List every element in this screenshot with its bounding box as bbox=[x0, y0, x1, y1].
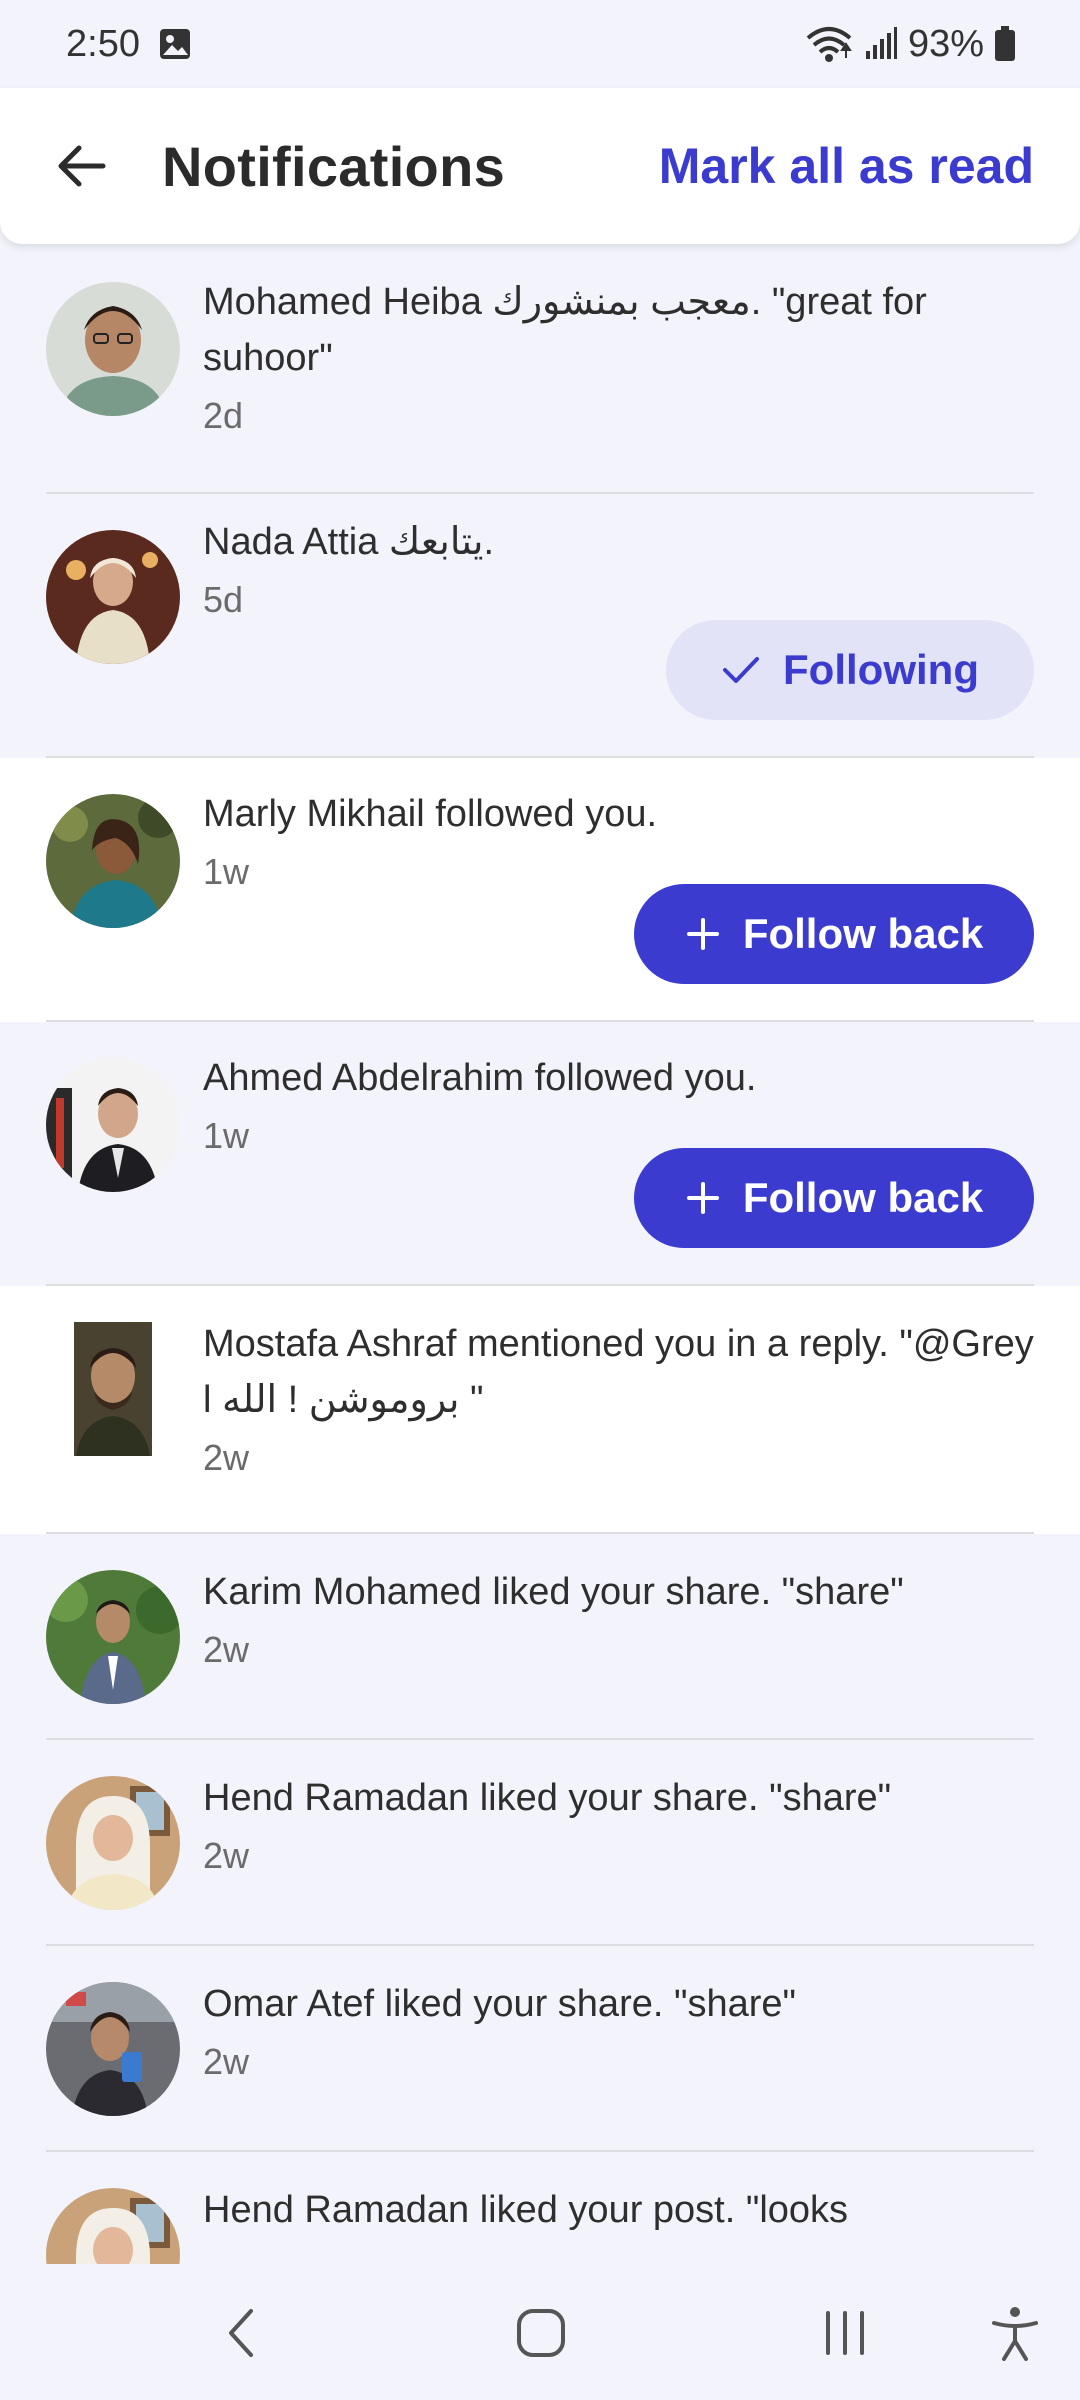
plus-icon bbox=[686, 918, 719, 950]
notification-item[interactable]: Mohamed Heiba معجب بمنشورك. "great for s… bbox=[0, 244, 1080, 494]
following-button[interactable]: Following bbox=[666, 620, 1034, 720]
notification-item[interactable]: Marly Mikhail followed you. 1w Follow ba… bbox=[0, 758, 1080, 1022]
notification-item[interactable]: Mostafa Ashraf mentioned you in a reply.… bbox=[0, 1286, 1080, 1534]
back-button[interactable] bbox=[54, 138, 110, 194]
avatar[interactable] bbox=[46, 794, 180, 928]
battery-percent: 93% bbox=[907, 22, 984, 65]
app-header: Notifications Mark all as read bbox=[0, 88, 1080, 244]
avatar[interactable] bbox=[46, 282, 180, 416]
notification-list[interactable]: Mohamed Heiba معجب بمنشورك. "great for s… bbox=[0, 244, 1080, 2264]
nav-back-button[interactable] bbox=[206, 2298, 276, 2368]
system-nav-bar bbox=[0, 2264, 1080, 2400]
notification-message: Ahmed Abdelrahim followed you. bbox=[203, 1057, 757, 1099]
notification-item[interactable]: Nada Attia يتابعك. 5d Following bbox=[0, 494, 1080, 758]
button-label: Following bbox=[783, 646, 979, 693]
plus-icon bbox=[686, 1182, 719, 1214]
button-label: Follow back bbox=[742, 1174, 984, 1221]
battery-icon bbox=[994, 26, 1016, 62]
nav-accessibility-button[interactable] bbox=[980, 2298, 1050, 2368]
avatar[interactable] bbox=[46, 1322, 180, 1456]
home-icon bbox=[517, 2309, 565, 2357]
notification-item[interactable]: Ahmed Abdelrahim followed you. 1w Follow… bbox=[0, 1022, 1080, 1286]
wifi-icon bbox=[804, 24, 854, 64]
status-time: 2:50 bbox=[66, 22, 140, 65]
notification-message: Mohamed Heiba معجب بمنشورك. "great for s… bbox=[203, 281, 927, 379]
page-title: Notifications bbox=[162, 134, 506, 198]
notification-time: 2w bbox=[203, 1835, 250, 1876]
arrow-left-icon bbox=[58, 145, 106, 187]
notification-time: 2w bbox=[203, 1629, 250, 1670]
follow-back-button[interactable]: Follow back bbox=[634, 884, 1034, 984]
button-label: Follow back bbox=[742, 910, 984, 957]
notification-time: 2w bbox=[203, 2041, 250, 2082]
avatar[interactable] bbox=[46, 530, 180, 664]
avatar[interactable] bbox=[46, 1570, 180, 1704]
gallery-icon bbox=[158, 27, 192, 61]
nav-home-button[interactable] bbox=[506, 2298, 576, 2368]
check-icon bbox=[723, 657, 760, 683]
nav-back-icon bbox=[229, 2309, 253, 2357]
notification-message: Nada Attia يتابعك. bbox=[203, 521, 495, 563]
mark-all-read-button[interactable]: Mark all as read bbox=[659, 137, 1034, 195]
avatar[interactable] bbox=[46, 2188, 180, 2264]
notification-item[interactable]: Hend Ramadan liked your share. "share" 2… bbox=[0, 1740, 1080, 1946]
avatar[interactable] bbox=[46, 1982, 180, 2116]
notification-message: Hend Ramadan liked your post. "looks bbox=[203, 2189, 849, 2231]
signal-icon bbox=[864, 27, 898, 61]
notification-time: 2w bbox=[203, 1437, 250, 1478]
notification-message: Hend Ramadan liked your share. "share" bbox=[203, 1777, 892, 1819]
notification-message: Omar Atef liked your share. "share" bbox=[203, 1983, 797, 2025]
notification-item[interactable]: Omar Atef liked your share. "share" 2w bbox=[0, 1946, 1080, 2152]
avatar[interactable] bbox=[46, 1776, 180, 1910]
accessibility-icon bbox=[992, 2307, 1038, 2361]
recents-icon bbox=[826, 2311, 864, 2355]
notification-message: Marly Mikhail followed you. bbox=[203, 793, 658, 835]
notification-time: 2d bbox=[203, 395, 244, 436]
avatar[interactable] bbox=[46, 1058, 180, 1192]
notification-message: Karim Mohamed liked your share. "share" bbox=[203, 1571, 904, 1613]
nav-recents-button[interactable] bbox=[810, 2298, 880, 2368]
notification-message: Mostafa Ashraf mentioned you in a reply.… bbox=[203, 1323, 1034, 1421]
notification-item[interactable]: Hend Ramadan liked your post. "looks bbox=[0, 2152, 1080, 2264]
notification-item[interactable]: Karim Mohamed liked your share. "share" … bbox=[0, 1534, 1080, 1740]
status-bar: 2:50 93% bbox=[0, 0, 1080, 88]
follow-back-button[interactable]: Follow back bbox=[634, 1148, 1034, 1248]
